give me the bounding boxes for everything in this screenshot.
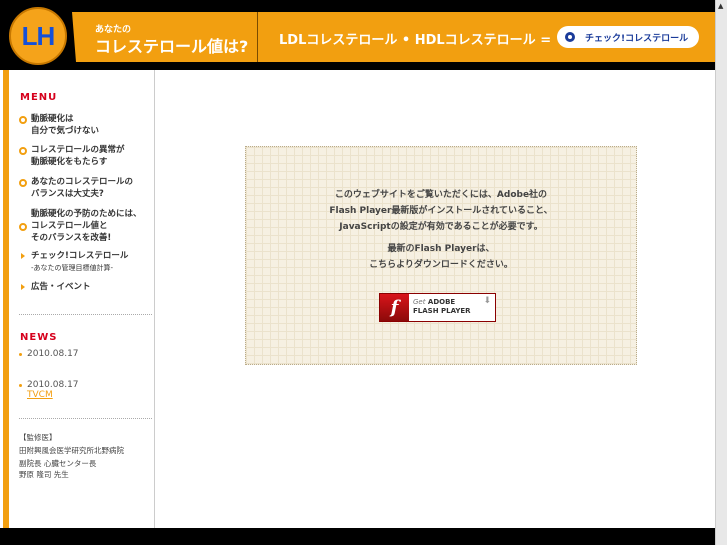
line: コレステロール値と — [31, 221, 108, 231]
menu-item-3[interactable]: あなたのコレステロールの バランスは大丈夫? — [19, 176, 133, 200]
line: 動脈硬化は — [31, 114, 74, 124]
flash-notice: このウェブサイトをご覧いただくには、Adobe社の Flash Player最新版… — [245, 146, 637, 365]
news-item: 2010.08.17 TVCM — [19, 380, 79, 400]
line: 動脈硬化の予防のためには、 — [31, 209, 142, 219]
circle-bullet-icon — [19, 223, 27, 231]
flash-icon: f — [380, 294, 409, 321]
scrollbar[interactable]: ▲ — [715, 0, 727, 545]
line: 自分で気づけない — [31, 126, 100, 136]
supervisor-label: 【監修医】 — [19, 433, 57, 442]
line: コレステロールの異常が — [31, 145, 125, 155]
position: 副院長 心臓センター長 — [19, 459, 97, 468]
line: そのバランスを改善! — [31, 233, 112, 243]
circle-bullet-icon — [19, 179, 27, 187]
circle-bullet-icon — [19, 116, 27, 124]
divider — [257, 12, 258, 62]
header-title: コレステロール値は? — [95, 37, 249, 56]
sidebar: MENU 動脈硬化は 自分で気づけない コレステロールの異常が 動脈硬化をもたらす … — [9, 70, 155, 528]
arrow-icon — [21, 253, 25, 259]
menu-item-ads[interactable]: 広告・イベント — [19, 281, 91, 293]
formula-text: LDLコレステロール • HDLコレステロール = — [279, 33, 552, 48]
line: あなたのコレステロールの — [31, 177, 134, 187]
bullet-icon — [19, 353, 22, 356]
check-cholesterol-button[interactable]: チェック!コレステロール — [557, 26, 699, 48]
label: チェック!コレステロール — [31, 251, 129, 261]
circle-icon — [565, 32, 575, 42]
badge-flash: FLASH PLAYER — [413, 307, 471, 315]
news-link[interactable]: TVCM — [27, 390, 69, 400]
badge-get: Get — [413, 298, 426, 306]
menu-item-1[interactable]: 動脈硬化は自分で気づけない — [19, 113, 99, 137]
notice-text: このウェブサイトをご覧いただくには、Adobe社の Flash Player最新版… — [329, 190, 553, 232]
bullet-icon — [19, 384, 22, 387]
get-flash-player-button[interactable]: f Get ADOBE FLASH PLAYER ⬇ — [379, 293, 496, 322]
menu-item-4[interactable]: 動脈硬化の予防のためには、 コレステロール値と そのバランスを改善! — [19, 208, 142, 244]
circle-bullet-icon — [19, 147, 27, 155]
scroll-up-icon[interactable]: ▲ — [718, 2, 723, 10]
hospital: 田附興風会医学研究所北野病院 — [19, 446, 124, 455]
menu-item-check[interactable]: チェック!コレステロール -あなたの管理目標値計算- — [19, 250, 128, 274]
news-heading: NEWS — [20, 332, 58, 343]
news-item: 2010.08.17 — [19, 349, 79, 359]
logo[interactable]: LH — [9, 7, 67, 65]
doctor-name: 野原 隆司 先生 — [19, 470, 69, 479]
label: 広告・イベント — [31, 282, 91, 292]
news-date: 2010.08.17 — [27, 349, 79, 359]
menu-heading: MENU — [20, 92, 58, 103]
news-date: 2010.08.17 — [27, 380, 79, 390]
download-text: 最新のFlash Playerは、 こちらよりダウンロードください。 — [369, 244, 513, 270]
line: 動脈硬化をもたらす — [31, 157, 108, 167]
badge-adobe: ADOBE — [427, 298, 456, 306]
line: バランスは大丈夫? — [31, 189, 104, 199]
menu-item-2[interactable]: コレステロールの異常が 動脈硬化をもたらす — [19, 144, 125, 168]
divider — [19, 314, 152, 315]
divider — [19, 418, 152, 419]
download-arrow-icon: ⬇ — [483, 296, 491, 306]
sublabel: -あなたの管理目標値計算- — [31, 264, 114, 272]
footer — [0, 528, 715, 545]
check-label: チェック!コレステロール — [585, 33, 689, 44]
arrow-icon — [21, 284, 25, 290]
